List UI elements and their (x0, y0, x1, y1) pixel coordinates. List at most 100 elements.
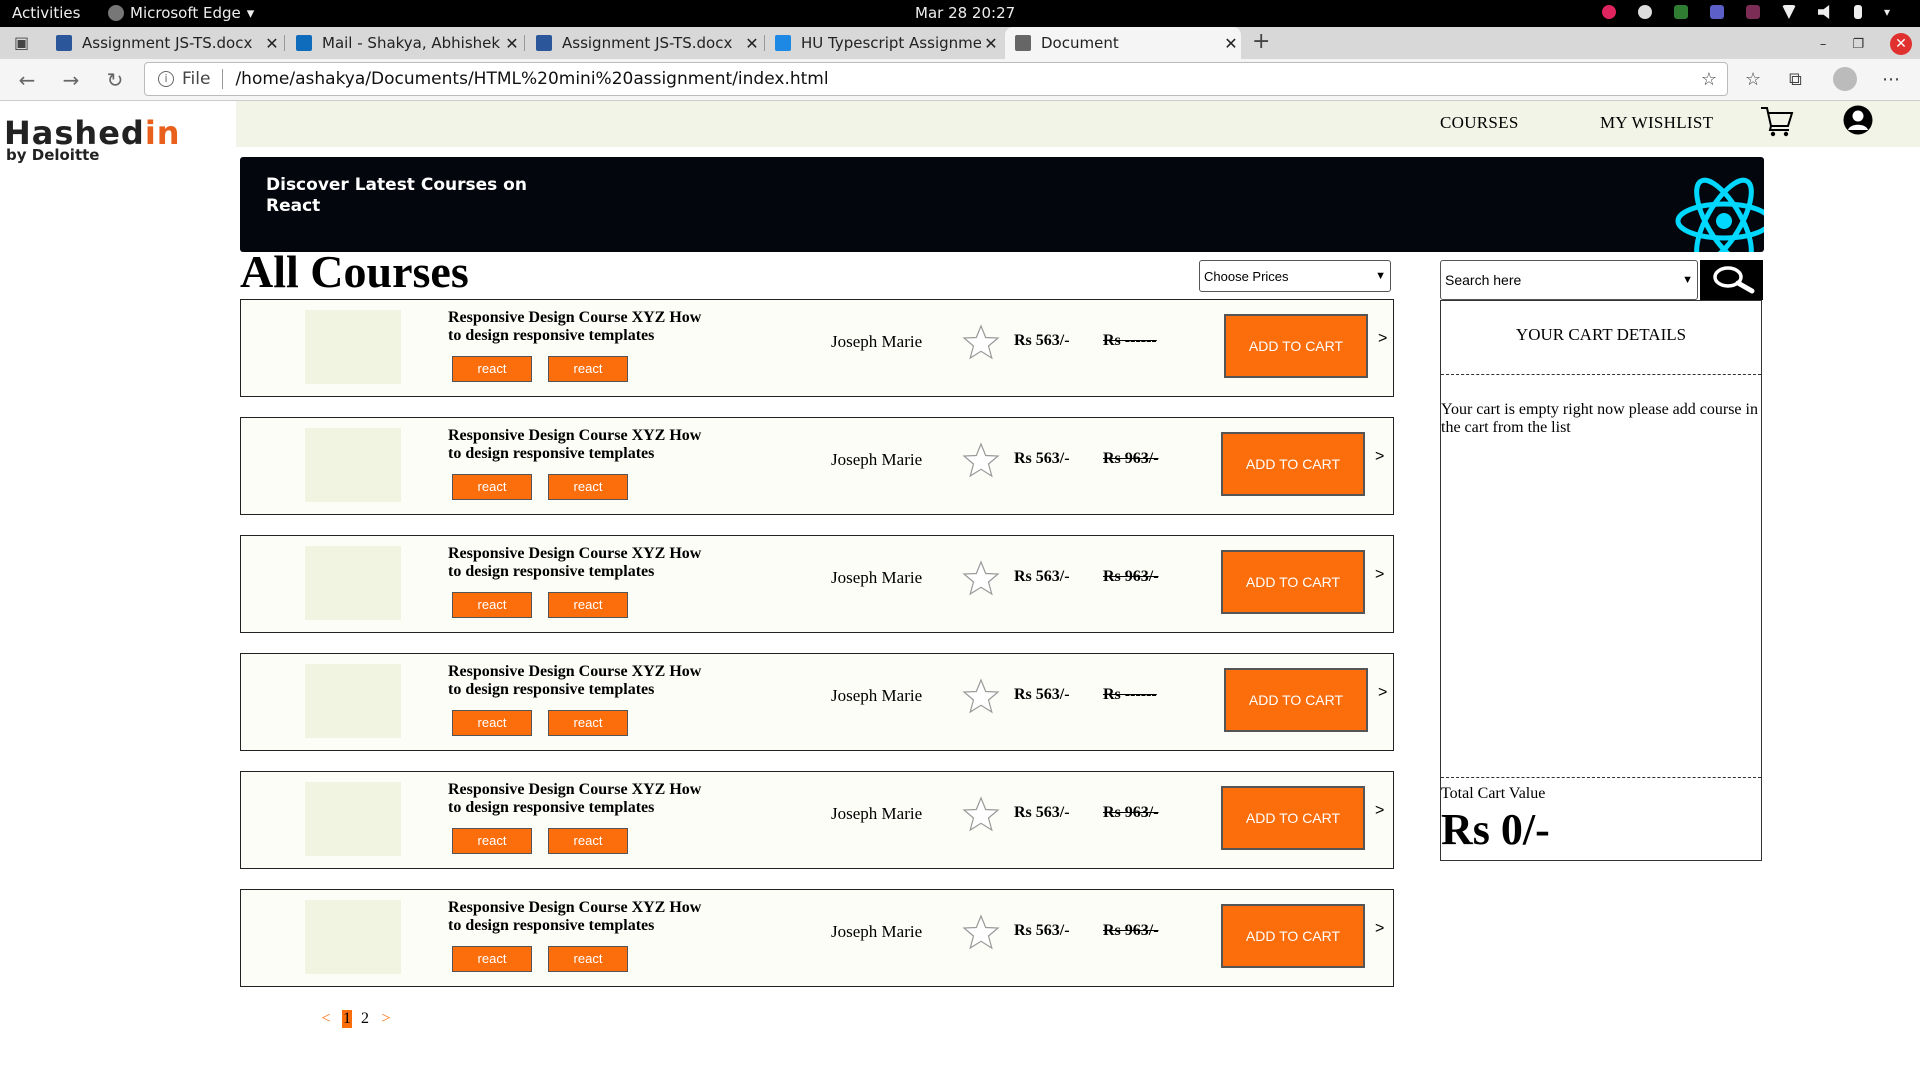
tray-app-icon[interactable] (1745, 5, 1760, 19)
browser-tab[interactable]: Assignment JS-TS.docx ✕ (46, 27, 282, 59)
battery-icon[interactable] (1853, 5, 1862, 19)
browser-tab[interactable]: Mail - Shakya, Abhishek - C✕ (286, 27, 522, 59)
url-text[interactable]: /home/ashakya/Documents/HTML%20mini%20as… (235, 69, 828, 89)
close-tab-icon[interactable]: ✕ (262, 34, 282, 53)
tray-app-icon[interactable] (1637, 5, 1652, 19)
course-card[interactable]: Responsive Design Course XYZ How to desi… (240, 299, 1394, 397)
course-title[interactable]: Responsive Design Course XYZ How to desi… (448, 545, 718, 581)
add-to-cart-button[interactable]: ADD TO CART (1221, 786, 1365, 850)
close-tab-icon[interactable]: ✕ (981, 34, 1001, 53)
close-tab-icon[interactable]: ✕ (1221, 34, 1241, 53)
collections-icon[interactable]: ⧉ (1789, 69, 1802, 90)
tab-separator (284, 35, 285, 51)
course-tag[interactable]: react (452, 356, 532, 382)
add-to-cart-button[interactable]: ADD TO CART (1221, 550, 1365, 614)
new-tab-button[interactable]: + (1252, 29, 1270, 54)
wishlist-star-icon[interactable] (962, 560, 1000, 598)
close-tab-icon[interactable]: ✕ (502, 34, 522, 53)
course-detail-arrow[interactable]: > (1375, 920, 1384, 938)
course-tag[interactable]: react (548, 828, 628, 854)
favorites-icon[interactable]: ☆ (1745, 69, 1761, 90)
page-number[interactable]: 2 (360, 1010, 370, 1028)
course-card[interactable]: Responsive Design Course XYZ How to desi… (240, 771, 1394, 869)
course-tag[interactable]: react (452, 946, 532, 972)
url-input[interactable]: i File /home/ashakya/Documents/HTML%20mi… (144, 62, 1728, 96)
add-to-cart-button[interactable]: ADD TO CART (1224, 314, 1368, 378)
course-card[interactable]: Responsive Design Course XYZ How to desi… (240, 653, 1394, 751)
course-detail-arrow[interactable]: > (1378, 330, 1387, 348)
clock[interactable]: Mar 28 20:27 (915, 4, 1015, 22)
course-title[interactable]: Responsive Design Course XYZ How to desi… (448, 309, 718, 345)
price-filter-select[interactable]: Choose Prices ▼ (1199, 260, 1391, 292)
add-to-cart-button[interactable]: ADD TO CART (1221, 904, 1365, 968)
wifi-icon[interactable] (1781, 5, 1796, 19)
course-tag[interactable]: react (452, 828, 532, 854)
wishlist-star-icon[interactable] (962, 678, 1000, 716)
cart-icon[interactable] (1760, 104, 1794, 138)
course-tag[interactable]: react (548, 592, 628, 618)
add-to-cart-button[interactable]: ADD TO CART (1224, 668, 1368, 732)
course-title[interactable]: Responsive Design Course XYZ How to desi… (448, 427, 718, 463)
prev-page-button[interactable]: < (318, 1010, 334, 1028)
add-to-cart-button[interactable]: ADD TO CART (1221, 432, 1365, 496)
course-tag[interactable]: react (548, 474, 628, 500)
course-title[interactable]: Responsive Design Course XYZ How to desi… (448, 899, 718, 935)
search-button[interactable] (1700, 260, 1763, 300)
add-favorite-icon[interactable]: ☆ (1701, 69, 1717, 90)
app-menu[interactable]: Microsoft Edge ▾ (108, 4, 254, 22)
course-tag[interactable]: react (452, 592, 532, 618)
system-tray[interactable]: ▾ (1601, 5, 1890, 19)
logo-brand: Hashedin (4, 116, 236, 150)
course-detail-arrow[interactable]: > (1378, 684, 1387, 702)
browser-tab[interactable]: Assignment JS-TS.docx ✕ (526, 27, 762, 59)
tray-app-icon[interactable] (1601, 5, 1616, 19)
course-title[interactable]: Responsive Design Course XYZ How to desi… (448, 781, 718, 817)
divider (1441, 374, 1761, 375)
course-tag[interactable]: react (452, 710, 532, 736)
wishlist-star-icon[interactable] (962, 914, 1000, 952)
reload-button[interactable]: ↻ (102, 67, 128, 93)
volume-icon[interactable] (1817, 5, 1830, 19)
wishlist-star-icon[interactable] (962, 324, 1000, 362)
course-old-price: Rs 963/- (1103, 450, 1159, 467)
course-price: Rs 563/- (1014, 332, 1070, 349)
close-window-button[interactable]: ✕ (1890, 33, 1912, 55)
course-tag[interactable]: react (548, 946, 628, 972)
course-old-price: Rs ------ (1103, 332, 1157, 349)
wishlist-star-icon[interactable] (962, 442, 1000, 480)
search-input[interactable]: Search here ▼ (1440, 260, 1698, 300)
info-icon[interactable]: i (158, 71, 174, 87)
course-card[interactable]: Responsive Design Course XYZ How to desi… (240, 417, 1394, 515)
course-detail-arrow[interactable]: > (1375, 566, 1384, 584)
activities-button[interactable]: Activities (12, 4, 80, 22)
more-menu-icon[interactable]: ⋯ (1882, 69, 1900, 90)
wishlist-star-icon[interactable] (962, 796, 1000, 834)
course-card[interactable]: Responsive Design Course XYZ How to desi… (240, 889, 1394, 987)
course-detail-arrow[interactable]: > (1375, 448, 1384, 466)
nav-wishlist-link[interactable]: MY WISHLIST (1600, 113, 1713, 133)
hashedin-logo[interactable]: Hashedin by Deloitte (4, 116, 236, 176)
teams-icon[interactable] (1709, 5, 1724, 19)
restore-icon[interactable]: ❐ (1852, 37, 1864, 52)
next-page-button[interactable]: > (378, 1010, 394, 1028)
profile-avatar[interactable] (1833, 67, 1857, 91)
course-card[interactable]: Responsive Design Course XYZ How to desi… (240, 535, 1394, 633)
minimize-icon[interactable]: – (1820, 37, 1827, 52)
tab-actions-icon[interactable]: ▣ (14, 33, 29, 52)
shield-icon[interactable] (1673, 5, 1688, 19)
course-tag[interactable]: react (452, 474, 532, 500)
course-detail-arrow[interactable]: > (1375, 802, 1384, 820)
app-name: Microsoft Edge (130, 4, 241, 22)
course-tag[interactable]: react (548, 710, 628, 736)
close-tab-icon[interactable]: ✕ (742, 34, 762, 53)
chevron-down-icon[interactable]: ▾ (1884, 5, 1890, 19)
browser-tab[interactable]: Document ✕ (1005, 27, 1241, 59)
page-number[interactable]: 1 (342, 1010, 352, 1028)
nav-courses-link[interactable]: COURSES (1440, 113, 1519, 133)
forward-button[interactable]: → (58, 67, 84, 93)
user-account-icon[interactable] (1843, 105, 1873, 135)
back-button[interactable]: ← (14, 67, 40, 93)
browser-tab[interactable]: HU Typescript Assignmen ✕ (765, 27, 1001, 59)
course-tag[interactable]: react (548, 356, 628, 382)
course-title[interactable]: Responsive Design Course XYZ How to desi… (448, 663, 718, 699)
